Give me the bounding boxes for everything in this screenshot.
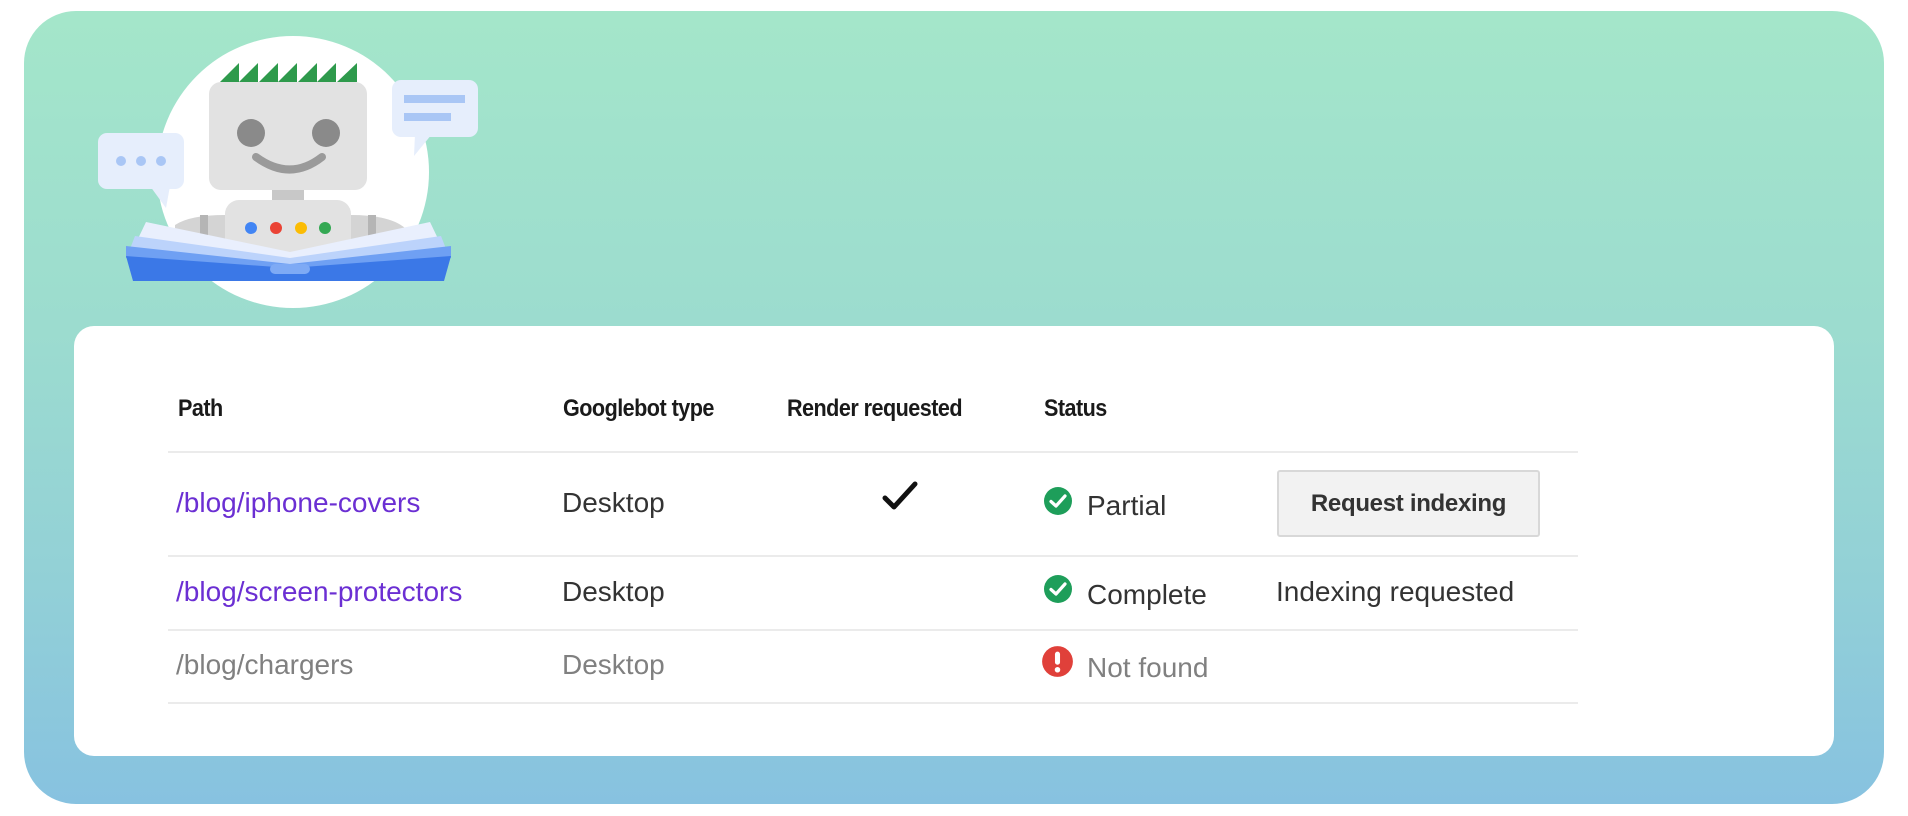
check-circle-icon bbox=[1044, 575, 1072, 603]
row-divider bbox=[168, 629, 1578, 631]
url-inspection-panel bbox=[74, 326, 1834, 756]
status-text: Partial bbox=[1087, 490, 1167, 521]
path-text: /blog/chargers bbox=[176, 649, 354, 680]
request-indexing-button[interactable]: Request indexing bbox=[1277, 470, 1540, 537]
column-header-render-requested[interactable]: Render requested bbox=[787, 395, 963, 423]
column-header-path[interactable]: Path bbox=[178, 395, 223, 423]
row-divider bbox=[168, 555, 1578, 557]
checkmark-icon bbox=[882, 481, 918, 510]
google-dot-red bbox=[270, 222, 282, 234]
google-dot-blue bbox=[245, 222, 257, 234]
column-header-status[interactable]: Status bbox=[1044, 395, 1107, 423]
google-dot-green bbox=[319, 222, 331, 234]
googlebot-illustration bbox=[98, 36, 478, 308]
error-circle-icon bbox=[1042, 646, 1073, 677]
googlebot-type-cell: Desktop bbox=[562, 649, 665, 680]
googlebot-type-cell: Desktop bbox=[562, 576, 665, 607]
path-link[interactable]: /blog/iphone-covers bbox=[176, 487, 420, 519]
check-circle-icon bbox=[1044, 487, 1072, 515]
column-header-googlebot-type[interactable]: Googlebot type bbox=[563, 395, 714, 423]
google-dot-yellow bbox=[295, 222, 307, 234]
row-divider bbox=[168, 702, 1578, 704]
status-text: Complete bbox=[1087, 579, 1207, 610]
robot-head-icon bbox=[209, 82, 367, 190]
status-text: Not found bbox=[1087, 652, 1209, 683]
header-divider bbox=[168, 451, 1578, 453]
indexing-requested-text: Indexing requested bbox=[1276, 576, 1515, 607]
path-link[interactable]: /blog/screen-protectors bbox=[176, 576, 462, 608]
googlebot-type-cell: Desktop bbox=[562, 487, 665, 518]
